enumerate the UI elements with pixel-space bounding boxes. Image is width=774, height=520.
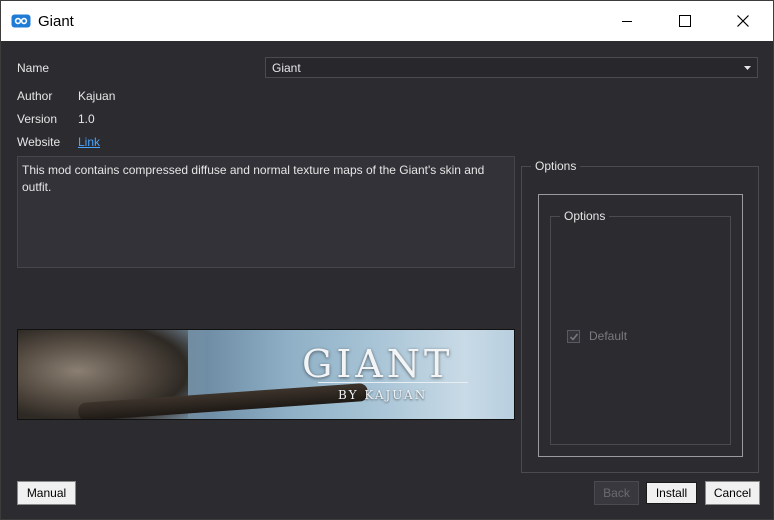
maximize-button[interactable] — [656, 1, 714, 41]
mod-organizer-icon — [11, 14, 31, 31]
close-button[interactable] — [714, 1, 772, 41]
manual-button[interactable]: Manual — [17, 481, 76, 505]
installer-window: Giant Name Giant Author Kajuan Version 1… — [0, 0, 774, 520]
description-text: This mod contains compressed diffuse and… — [22, 163, 485, 194]
name-select[interactable]: Giant — [265, 57, 758, 78]
chevron-down-icon — [744, 66, 751, 70]
name-select-value: Giant — [272, 61, 301, 75]
title-bar[interactable]: Giant — [1, 1, 773, 41]
minimize-button[interactable] — [598, 1, 656, 41]
author-value: Kajuan — [78, 89, 116, 103]
default-checkbox-label: Default — [589, 329, 628, 343]
back-button[interactable]: Back — [594, 481, 639, 505]
default-checkbox[interactable] — [567, 330, 580, 343]
banner-title: GIANT — [302, 342, 454, 386]
version-label: Version — [17, 112, 58, 126]
cancel-button[interactable]: Cancel — [705, 481, 760, 505]
description-box[interactable]: This mod contains compressed diffuse and… — [17, 156, 515, 268]
install-button[interactable]: Install — [645, 481, 698, 505]
mod-banner-image: GIANT BY KAJUAN — [17, 329, 515, 420]
author-label: Author — [17, 89, 53, 103]
options-group-title: Options — [531, 159, 581, 173]
window-title: Giant — [38, 13, 74, 30]
close-icon — [737, 15, 749, 27]
website-label: Website — [17, 135, 61, 149]
checkmark-icon — [569, 333, 579, 341]
banner-subtitle: BY KAJUAN — [338, 388, 428, 402]
website-link[interactable]: Link — [78, 135, 100, 149]
minimize-icon — [622, 21, 632, 22]
maximize-icon — [679, 15, 691, 27]
options-inner-title: Options — [560, 209, 610, 223]
name-label: Name — [17, 61, 50, 75]
banner-divider — [318, 382, 468, 383]
version-value: 1.0 — [78, 112, 95, 126]
